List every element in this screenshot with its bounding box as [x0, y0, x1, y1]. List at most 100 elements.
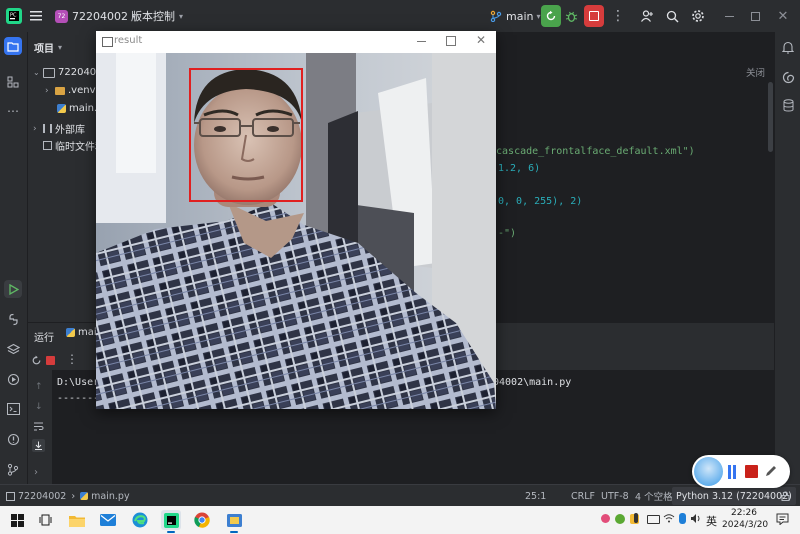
- python-console-icon[interactable]: [4, 310, 22, 328]
- tray-app-flower-icon[interactable]: [601, 514, 610, 523]
- search-icon[interactable]: [666, 0, 679, 32]
- stop-button[interactable]: [584, 5, 604, 27]
- chevron-down-icon: ▾: [179, 11, 184, 21]
- status-bar: 72204002 › main.py 25:1 CRLF UTF-8 4 个空格…: [0, 484, 800, 507]
- python-interpreter[interactable]: Python 3.12 (72204002): [672, 487, 796, 505]
- edge-browser-icon[interactable]: [130, 510, 150, 530]
- project-panel: 项目 ▾ ⌄ 72204002 › .venv main.py › 外部库 临时…: [28, 32, 109, 322]
- indent-setting[interactable]: 4 个空格: [635, 485, 673, 507]
- python-file-icon: [66, 328, 75, 337]
- microphone-icon[interactable]: [634, 513, 638, 523]
- soft-wrap-icon[interactable]: [33, 422, 44, 431]
- breadcrumb: 72204002 › main.py: [6, 485, 130, 507]
- stop-recording-button[interactable]: [745, 465, 758, 478]
- bug-icon: [565, 11, 578, 22]
- ide-title-bar: PC 72 72204002 ▾ 版本控制 ▾ main ▾ ⋮ ✕: [0, 0, 800, 32]
- more-tools-icon[interactable]: ⋯: [4, 102, 22, 120]
- git-icon[interactable]: [4, 460, 22, 478]
- scroll-down-icon[interactable]: ↓: [35, 402, 43, 412]
- tray-app-green-icon[interactable]: [615, 514, 625, 524]
- database-icon[interactable]: [779, 96, 797, 114]
- clock[interactable]: 22:26 2024/3/20: [722, 507, 768, 531]
- pycharm-taskbar-icon[interactable]: [161, 510, 181, 533]
- app-window-icon: [102, 37, 113, 47]
- python-app-icon[interactable]: [224, 510, 244, 533]
- project-folder-icon[interactable]: [4, 37, 22, 55]
- minimize-icon[interactable]: [417, 41, 426, 42]
- volume-icon[interactable]: [690, 513, 702, 524]
- pen-icon[interactable]: [764, 464, 778, 478]
- structure-icon[interactable]: [4, 73, 22, 91]
- tab-run[interactable]: 运行: [34, 329, 54, 344]
- chrome-icon[interactable]: [192, 510, 212, 530]
- scroll-up-icon[interactable]: ↑: [35, 382, 43, 392]
- branch-name: main: [506, 9, 534, 23]
- folder-icon: [55, 86, 65, 95]
- project-panel-title[interactable]: 项目 ▾: [34, 40, 62, 55]
- layers-icon[interactable]: [4, 340, 22, 358]
- notification-center-icon[interactable]: [776, 513, 789, 525]
- chevron-right-icon: ›: [71, 490, 76, 502]
- close-icon[interactable]: ✕: [476, 33, 486, 47]
- expand-toolbar-icon[interactable]: ›: [34, 467, 38, 478]
- terminal-icon[interactable]: [4, 400, 22, 418]
- close-ide-icon[interactable]: ✕: [776, 0, 790, 32]
- close-hint[interactable]: 关闭: [746, 65, 765, 79]
- caret-position[interactable]: 25:1: [525, 485, 546, 507]
- task-view-icon[interactable]: [35, 510, 55, 530]
- settings-gear-icon[interactable]: [691, 0, 705, 32]
- add-user-icon[interactable]: [640, 0, 654, 32]
- project-selector[interactable]: 72 72204002 ▾: [55, 0, 136, 32]
- bluetooth-icon[interactable]: [679, 513, 686, 524]
- notifications-bell-icon[interactable]: [779, 38, 797, 56]
- ime-indicator[interactable]: 英: [706, 513, 717, 529]
- module-icon: [6, 491, 15, 501]
- services-icon[interactable]: [4, 370, 22, 388]
- recorder-avatar[interactable]: [694, 457, 723, 486]
- left-tool-strip: ⋯: [0, 32, 28, 484]
- more-actions-icon[interactable]: ⋮: [611, 0, 625, 32]
- minimize-ide-icon[interactable]: [722, 0, 736, 32]
- project-name: 72204002: [72, 9, 128, 23]
- run-tool-icon[interactable]: [4, 280, 22, 298]
- pause-icon[interactable]: [728, 465, 731, 479]
- stop-run-icon[interactable]: [46, 356, 55, 365]
- pycharm-logo-icon[interactable]: PC: [6, 0, 22, 32]
- wifi-icon[interactable]: [663, 513, 675, 523]
- tray-display-icon[interactable]: [647, 515, 660, 524]
- python-file-icon: [57, 104, 66, 113]
- clock-time: 22:26: [731, 508, 757, 518]
- svg-text:PC: PC: [10, 13, 17, 19]
- more-run-actions-icon[interactable]: ⋮: [66, 352, 78, 366]
- line-separator[interactable]: CRLF: [571, 485, 595, 507]
- debug-button[interactable]: [565, 0, 578, 32]
- rerun-button[interactable]: [541, 5, 561, 27]
- file-encoding[interactable]: UTF-8: [601, 485, 629, 507]
- result-window[interactable]: result ✕: [96, 31, 496, 409]
- breadcrumb-project[interactable]: 72204002: [18, 491, 66, 502]
- code-fragment: 1.2, 6): [498, 163, 541, 174]
- editor-scrollbar[interactable]: [768, 82, 773, 152]
- result-window-titlebar[interactable]: result ✕: [96, 31, 496, 53]
- restore-ide-icon[interactable]: [748, 0, 762, 32]
- lock-icon[interactable]: [781, 485, 790, 507]
- file-explorer-icon[interactable]: [67, 510, 87, 530]
- scratch-icon: [43, 141, 52, 150]
- rerun-run-icon[interactable]: [31, 355, 42, 366]
- problems-icon[interactable]: [4, 430, 22, 448]
- branch-selector[interactable]: main ▾: [490, 0, 541, 32]
- chevron-down-icon: ⌄: [33, 68, 40, 77]
- tree-item-external-libraries[interactable]: › 外部库: [33, 121, 85, 137]
- windows-start-icon[interactable]: [7, 510, 27, 530]
- scroll-to-end-icon[interactable]: [32, 439, 45, 452]
- breadcrumb-file[interactable]: main.py: [91, 491, 129, 502]
- windows-taskbar: 英 22:26 2024/3/20: [0, 506, 800, 534]
- ai-assistant-icon[interactable]: [779, 68, 797, 86]
- screen-recorder-widget[interactable]: [692, 455, 790, 488]
- vcs-menu[interactable]: 版本控制 ▾: [131, 0, 183, 32]
- main-menu-icon[interactable]: [30, 0, 44, 32]
- maximize-icon[interactable]: [446, 36, 456, 46]
- tree-item-venv[interactable]: › .venv: [45, 85, 96, 96]
- right-tool-strip: [774, 32, 800, 484]
- mail-icon[interactable]: [98, 510, 118, 530]
